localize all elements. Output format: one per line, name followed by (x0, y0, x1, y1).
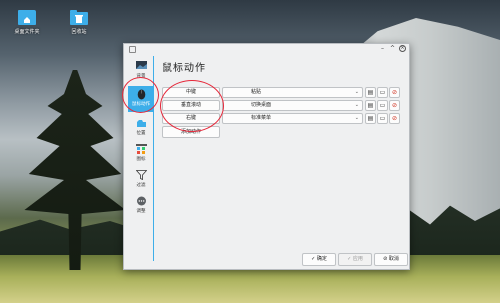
action-select[interactable]: 粘贴 ⌄ (222, 87, 363, 98)
mouse-action-row: 右键 标准菜单 ⌄ ▤ ▭ ⊘ (162, 113, 402, 124)
location-icon (136, 118, 147, 128)
desktop-settings-window: – ^ × 背景 鼠标动作 位置 图标 过滤 调整 鼠标动作 中键 粘贴 ⌄ ▤… (122, 43, 410, 270)
mouse-action-row: 中键 粘贴 ⌄ ▤ ▭ ⊘ (162, 87, 402, 98)
configure-icon: ▤ (367, 102, 374, 109)
remove-icon: ⊘ (391, 89, 398, 96)
sidebar-item-label: 背景 (136, 74, 146, 79)
sidebar-item-wallpaper[interactable]: 背景 (128, 59, 154, 83)
window-menu-icon[interactable] (129, 46, 136, 53)
comment-icon: ▭ (379, 115, 386, 122)
mouse-action-row: 垂直滚动 切换桌面 ⌄ ▤ ▭ ⊘ (162, 100, 402, 111)
configure-icon: ▤ (367, 115, 374, 122)
sidebar-item-label: 鼠标动作 (132, 102, 150, 107)
window-titlebar[interactable]: – ^ × (124, 44, 409, 53)
comment-icon: ▭ (379, 102, 386, 109)
icons-grid-icon (135, 144, 147, 154)
remove-button[interactable]: ⊘ (389, 100, 400, 111)
minimize-button[interactable]: – (379, 45, 386, 52)
more-icon (136, 196, 147, 206)
chevron-down-icon: ⌄ (354, 102, 359, 108)
remove-button[interactable]: ⊘ (389, 87, 400, 98)
desktop-icon-trash[interactable]: 回收站 (64, 10, 94, 35)
home-folder-icon (18, 10, 36, 25)
wallpaper-icon (135, 61, 147, 71)
configure-icon: ▤ (367, 89, 374, 96)
sidebar-item-mouse-actions[interactable]: 鼠标动作 (128, 86, 154, 112)
configure-button[interactable]: ▤ (365, 113, 376, 124)
chevron-down-icon: ⌄ (354, 89, 359, 95)
ok-button[interactable]: ✓ 确定 (302, 253, 336, 266)
desktop-icon-label: 桌面文件夹 (14, 29, 40, 35)
sidebar-item-label: 位置 (136, 131, 146, 136)
about-button[interactable]: ▭ (377, 87, 388, 98)
sidebar-item-label: 图标 (136, 157, 146, 162)
apply-button[interactable]: ✓ 应用 (338, 253, 372, 266)
sidebar-item-location[interactable]: 位置 (128, 116, 154, 140)
page-title: 鼠标动作 (162, 63, 206, 74)
filter-icon (135, 170, 147, 181)
trigger-button[interactable]: 右键 (162, 113, 220, 124)
mouse-icon (136, 89, 147, 100)
close-button[interactable]: × (399, 45, 406, 52)
about-button[interactable]: ▭ (377, 100, 388, 111)
sidebar-item-icons[interactable]: 图标 (128, 142, 154, 166)
maximize-button[interactable]: ^ (389, 45, 396, 52)
action-select-value: 切换桌面 (251, 102, 272, 108)
remove-icon: ⊘ (391, 102, 398, 109)
action-select-value: 粘贴 (251, 89, 262, 95)
remove-icon: ⊘ (391, 115, 398, 122)
action-select-value: 标准菜单 (251, 115, 272, 121)
cancel-button[interactable]: ⊘ 取消 (374, 253, 408, 266)
sidebar-item-filter[interactable]: 过滤 (128, 168, 154, 192)
action-select[interactable]: 切换桌面 ⌄ (222, 100, 363, 111)
configure-button[interactable]: ▤ (365, 100, 376, 111)
sidebar-item-label: 过滤 (136, 183, 146, 188)
desktop-icon-home[interactable]: 桌面文件夹 (12, 10, 42, 35)
trigger-button[interactable]: 中键 (162, 87, 220, 98)
comment-icon: ▭ (379, 89, 386, 96)
chevron-down-icon: ⌄ (354, 115, 359, 121)
sidebar-item-label: 调整 (136, 209, 146, 214)
configure-button[interactable]: ▤ (365, 87, 376, 98)
sidebar-item-tweaks[interactable]: 调整 (128, 194, 154, 218)
settings-sidebar: 背景 鼠标动作 位置 图标 过滤 调整 (128, 56, 154, 266)
about-button[interactable]: ▭ (377, 113, 388, 124)
remove-button[interactable]: ⊘ (389, 113, 400, 124)
action-select[interactable]: 标准菜单 ⌄ (222, 113, 363, 124)
trigger-button[interactable]: 垂直滚动 (162, 100, 220, 111)
desktop-icon-label: 回收站 (71, 29, 87, 35)
add-action-button[interactable]: 添加动作 (162, 126, 220, 138)
trash-icon (70, 10, 88, 25)
sidebar-divider (153, 56, 154, 261)
